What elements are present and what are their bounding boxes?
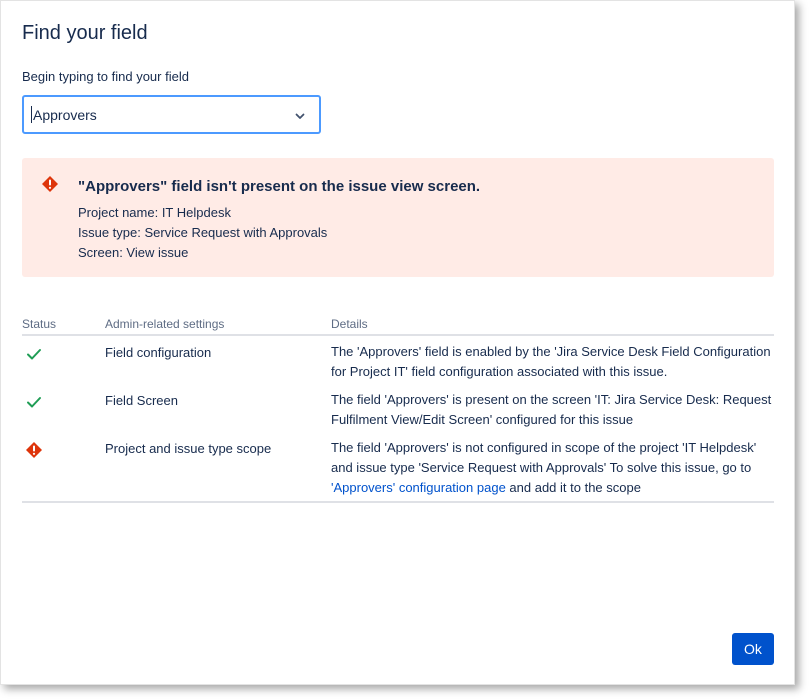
table-row: Field configuration The 'Approvers' fiel…: [22, 336, 774, 384]
row-details: The field 'Approvers' is present on the …: [331, 392, 772, 427]
error-icon: [26, 442, 42, 458]
field-select-value[interactable]: Approvers: [33, 107, 97, 123]
error-icon: [42, 176, 58, 192]
check-icon: [27, 397, 41, 408]
error-banner-heading: "Approvers" field isn't present on the i…: [78, 178, 481, 195]
text-cursor: [31, 106, 32, 123]
screen-text: Screen: View issue: [78, 245, 189, 260]
error-banner: "Approvers" field isn't present on the i…: [22, 158, 774, 277]
find-field-dialog: Find your field Begin typing to find you…: [0, 0, 795, 685]
setting-name: Field Screen: [105, 393, 178, 408]
project-name-text: Project name: IT Helpdesk: [78, 205, 231, 220]
table-divider: [22, 501, 774, 503]
row-details: The field 'Approvers' is not configured …: [331, 438, 777, 498]
setting-name: Project and issue type scope: [105, 441, 272, 456]
header-status: Status: [22, 317, 57, 331]
diagnostics-table: Status Admin-related settings Details Fi…: [22, 315, 774, 500]
row-details: The 'Approvers' field is enabled by the …: [331, 344, 771, 379]
issue-type-text: Issue type: Service Request with Approva…: [78, 225, 328, 240]
details-text-suffix: and add it to the scope: [505, 480, 641, 495]
header-admin-settings: Admin-related settings: [105, 317, 225, 331]
table-row: Project and issue type scope The field '…: [22, 432, 774, 500]
dialog-title: Find your field: [22, 22, 148, 44]
table-header: Status Admin-related settings Details: [22, 315, 774, 336]
check-icon: [27, 349, 41, 360]
setting-name: Field configuration: [105, 345, 212, 360]
chevron-down-icon[interactable]: [293, 109, 307, 123]
header-details: Details: [331, 317, 368, 331]
ok-button[interactable]: Ok: [732, 633, 774, 665]
details-text: The field 'Approvers' is not configured …: [331, 440, 757, 475]
table-row: Field Screen The field 'Approvers' is pr…: [22, 384, 774, 432]
field-search-label: Begin typing to find your field: [22, 69, 189, 84]
field-select[interactable]: Approvers: [22, 95, 321, 134]
configuration-page-link[interactable]: 'Approvers' configuration page: [331, 480, 506, 495]
